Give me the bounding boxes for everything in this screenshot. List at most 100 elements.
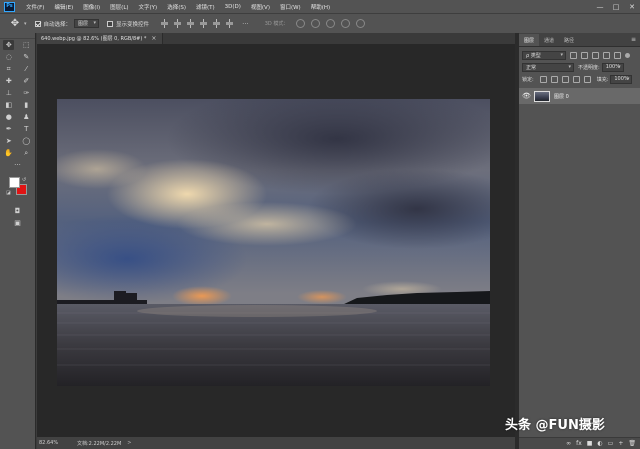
new-layer-icon[interactable]: + <box>618 440 623 447</box>
lock-position-icon[interactable] <box>561 75 569 83</box>
filter-toggle-icon[interactable] <box>625 52 630 58</box>
quick-select-tool-icon[interactable]: ✎ <box>21 52 32 62</box>
new-group-icon[interactable]: ▭ <box>608 440 614 447</box>
3d-pan-icon[interactable] <box>326 19 336 28</box>
link-layers-icon[interactable]: ∞ <box>566 440 571 447</box>
align-vcenter-icon[interactable] <box>173 19 182 28</box>
3d-mode-label: 3D 模式： <box>264 21 289 27</box>
pen-tool-icon[interactable]: ✒ <box>3 124 14 134</box>
default-colors-icon[interactable]: ◪ <box>6 190 11 196</box>
filter-adjust-icon[interactable] <box>581 51 588 59</box>
maximize-button[interactable]: □ <box>608 0 624 13</box>
chevron-down-icon[interactable]: ▾ <box>24 21 27 27</box>
dodge-tool-icon[interactable]: ♟ <box>21 112 32 122</box>
zoom-tool-icon[interactable]: ⌕ <box>21 148 32 158</box>
lasso-tool-icon[interactable]: ◌ <box>3 52 14 62</box>
menu-filter[interactable]: 滤镜(T) <box>191 3 220 11</box>
crop-tool-icon[interactable]: ⌗ <box>3 64 14 74</box>
align-left-icon[interactable] <box>199 19 208 28</box>
status-menu-arrow-icon[interactable]: > <box>127 440 131 446</box>
layer-style-icon[interactable]: fx <box>576 440 582 447</box>
menu-select[interactable]: 选择(S) <box>162 3 191 11</box>
panel-menu-icon[interactable]: ≡ <box>631 36 636 43</box>
filter-type-icon[interactable] <box>592 51 599 59</box>
minimize-button[interactable]: — <box>592 0 608 13</box>
gradient-tool-icon[interactable]: ▮ <box>21 100 32 110</box>
photoshop-logo: Ps <box>4 1 15 12</box>
more-options-icon[interactable]: ··· <box>242 20 249 28</box>
history-brush-icon[interactable]: ✑ <box>21 88 32 98</box>
layer-row[interactable]: 👁 图层 0 <box>519 88 640 104</box>
hand-tool-icon[interactable]: ✋ <box>3 148 14 158</box>
marquee-tool-icon[interactable]: ⬚ <box>21 40 32 50</box>
healing-brush-icon[interactable]: ✚ <box>3 76 14 86</box>
panel-tabs: 图层 通道 路径 ≡ <box>519 33 640 47</box>
lock-all-icon[interactable] <box>583 75 591 83</box>
zoom-level[interactable]: 82.64% <box>37 440 77 446</box>
tab-paths[interactable]: 路径 <box>559 34 579 46</box>
menu-layer[interactable]: 图层(L) <box>105 3 133 11</box>
status-bar: 82.64% 文档:2.22M/2.22M > <box>37 437 515 449</box>
blur-tool-icon[interactable]: ● <box>3 112 14 122</box>
align-top-icon[interactable] <box>160 19 169 28</box>
layers-panel: 图层 通道 路径 ≡ ρ 类型 正常 不透明度: 100% 锁定: 填充: 10… <box>519 33 640 449</box>
auto-select-checkbox[interactable] <box>34 20 41 27</box>
adjustment-layer-icon[interactable]: ◐ <box>597 440 602 447</box>
move-tool-icon[interactable]: ✥ <box>3 40 15 50</box>
panel-footer: ∞ fx ■ ◐ ▭ + 🗑 <box>519 437 640 449</box>
show-transform-checkbox[interactable] <box>107 20 114 27</box>
trash-icon[interactable]: 🗑 <box>628 440 636 447</box>
brush-tool-icon[interactable]: ✐ <box>21 76 32 86</box>
filter-pixel-icon[interactable] <box>570 51 577 59</box>
lock-transparent-icon[interactable] <box>539 75 547 83</box>
menu-image[interactable]: 图像(I) <box>78 3 105 11</box>
clone-stamp-icon[interactable]: ⊥ <box>3 88 14 98</box>
edit-toolbar-icon[interactable]: ··· <box>12 160 23 170</box>
align-bottom-icon[interactable] <box>186 19 195 28</box>
swap-colors-icon[interactable]: ↺ <box>22 177 26 183</box>
landscape-photo <box>57 99 490 386</box>
kind-filter-dropdown[interactable]: ρ 类型 <box>522 50 566 60</box>
align-right-icon[interactable] <box>225 19 234 28</box>
menu-file[interactable]: 文件(F) <box>21 3 49 11</box>
add-mask-icon[interactable]: ■ <box>587 440 593 447</box>
menu-view[interactable]: 视图(V) <box>246 3 275 11</box>
shape-tool-icon[interactable]: ◯ <box>21 136 32 146</box>
eyedropper-tool-icon[interactable]: ⁄ <box>21 64 32 74</box>
tab-channels[interactable]: 通道 <box>539 34 559 46</box>
auto-select-dropdown[interactable]: 图层 <box>74 19 100 28</box>
filter-shape-icon[interactable] <box>603 51 610 59</box>
type-tool-icon[interactable]: T <box>21 124 32 134</box>
blend-mode-dropdown[interactable]: 正常 <box>522 62 574 72</box>
screen-mode-icon[interactable]: ▣ <box>12 218 23 228</box>
quick-mask-icon[interactable]: ◘ <box>12 206 23 216</box>
menu-3d[interactable]: 3D(D) <box>220 4 246 10</box>
blend-row: 正常 不透明度: 100% <box>519 61 640 73</box>
visibility-eye-icon[interactable]: 👁 <box>522 92 532 100</box>
lock-pixels-icon[interactable] <box>550 75 558 83</box>
move-tool-icon[interactable]: ✥ <box>6 16 24 32</box>
close-tab-icon[interactable]: × <box>151 35 156 42</box>
path-select-icon[interactable]: ➤ <box>3 136 14 146</box>
lock-artboard-icon[interactable] <box>572 75 580 83</box>
filter-row: ρ 类型 <box>519 49 640 61</box>
tab-layers[interactable]: 图层 <box>519 34 540 46</box>
filter-smart-icon[interactable] <box>614 51 621 59</box>
close-button[interactable]: ✕ <box>624 0 640 13</box>
3d-roll-icon[interactable] <box>311 19 321 28</box>
opacity-input[interactable]: 100% <box>601 62 624 72</box>
menu-edit[interactable]: 编辑(E) <box>49 3 78 11</box>
document-tab[interactable]: 640.webp.jpg @ 82.6% (图层 0, RGB/8#) * × <box>37 33 163 44</box>
align-buttons <box>158 19 236 28</box>
menu-help[interactable]: 帮助(H) <box>306 3 335 11</box>
menu-window[interactable]: 窗口(W) <box>275 3 306 11</box>
3d-slide-icon[interactable] <box>341 19 351 28</box>
3d-scale-icon[interactable] <box>356 19 366 28</box>
eraser-tool-icon[interactable]: ◧ <box>3 100 14 110</box>
align-hcenter-icon[interactable] <box>212 19 221 28</box>
3d-rotate-icon[interactable] <box>296 19 306 28</box>
menu-type[interactable]: 文字(Y) <box>134 3 163 11</box>
document-canvas-image[interactable] <box>57 99 490 386</box>
fill-input[interactable]: 100% <box>610 74 633 84</box>
foreground-color-swatch[interactable] <box>9 177 20 188</box>
